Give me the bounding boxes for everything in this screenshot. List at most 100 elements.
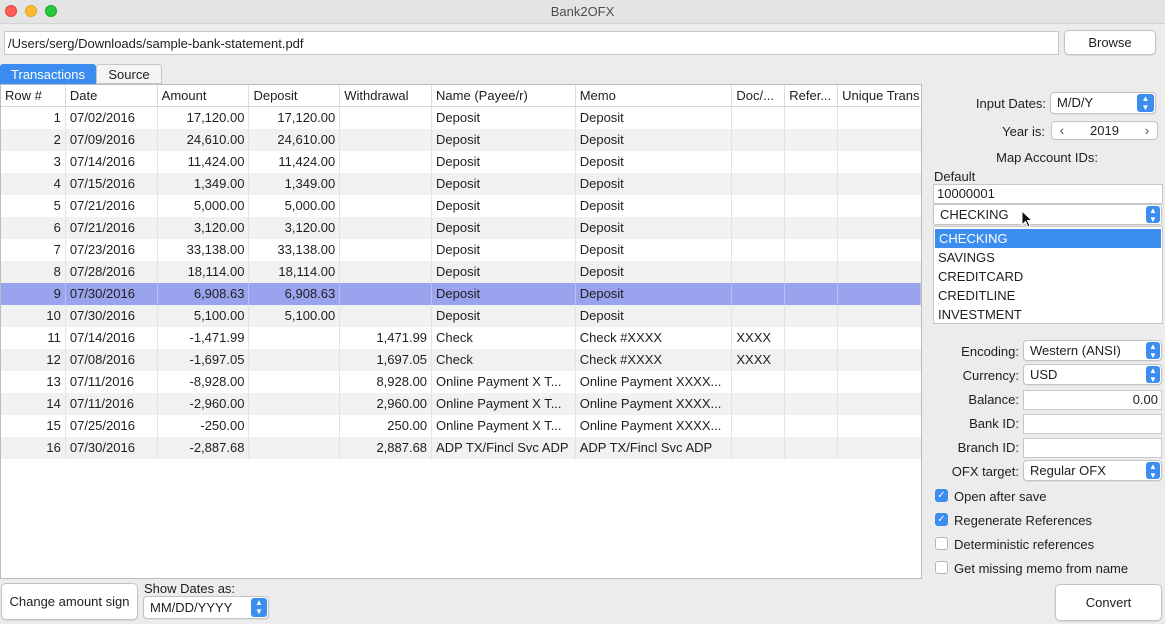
table-cell: -1,471.99 <box>158 327 250 349</box>
table-cell: 6,908.63 <box>158 283 250 305</box>
open-after-save-label: Open after save <box>954 489 1047 504</box>
table-cell: 11,424.00 <box>249 151 341 173</box>
table-row[interactable]: 2 07/09/2016 24,610.00 24,610.00 Deposit Depo… <box>1 129 921 151</box>
transactions-table[interactable]: Row # Date Amount Deposit Withdrawal Name (Pa… <box>0 84 922 579</box>
dropdown-option-checking[interactable]: CHECKING <box>935 229 1161 248</box>
table-cell <box>732 415 786 437</box>
table-cell <box>340 283 433 305</box>
file-path-field[interactable]: /Users/serg/Downloads/sample-bank-statem… <box>4 31 1059 55</box>
table-cell: 8 <box>1 261 66 283</box>
table-cell: Check <box>432 349 576 371</box>
table-cell: 07/08/2016 <box>66 349 158 371</box>
table-cell <box>785 349 839 371</box>
table-cell <box>340 261 433 283</box>
account-type-value: CHECKING <box>940 207 1009 222</box>
table-cell: 5,100.00 <box>249 305 341 327</box>
balance-field[interactable]: 0.00 <box>1023 390 1162 410</box>
column-header[interactable]: Amount <box>158 85 250 107</box>
table-row[interactable]: 13 07/11/2016 -8,928.00 8,928.00 Online Paym… <box>1 371 921 393</box>
table-cell <box>838 437 921 459</box>
branch-id-field[interactable] <box>1023 438 1162 458</box>
table-cell: XXXX <box>732 349 786 371</box>
input-dates-select[interactable]: M/D/Y ▲ ▼ <box>1050 92 1156 114</box>
table-row[interactable]: 6 07/21/2016 3,120.00 3,120.00 Deposit Deposi… <box>1 217 921 239</box>
table-row[interactable]: 16 07/30/2016 -2,887.68 2,887.68 ADP TX/Finc… <box>1 437 921 459</box>
table-cell: XXXX <box>732 327 786 349</box>
column-header[interactable]: Name (Payee/r) <box>432 85 576 107</box>
tab-source[interactable]: Source <box>96 64 162 84</box>
dropdown-option-investment[interactable]: INVESTMENT <box>934 305 1162 324</box>
updown-chevron-icon: ▲ ▼ <box>1146 342 1160 360</box>
table-cell: ADP TX/Fincl Svc ADP <box>432 437 576 459</box>
table-cell <box>340 195 433 217</box>
table-cell <box>785 239 839 261</box>
browse-button[interactable]: Browse <box>1064 30 1156 55</box>
table-cell: Deposit <box>432 107 576 129</box>
table-row[interactable]: 9 07/30/2016 6,908.63 6,908.63 Deposit Deposi… <box>1 283 921 305</box>
table-row[interactable]: 15 07/25/2016 -250.00 250.00 Online Payment … <box>1 415 921 437</box>
ofx-target-select[interactable]: Regular OFX ▲ ▼ <box>1023 460 1162 481</box>
encoding-select[interactable]: Western (ANSI) ▲ ▼ <box>1023 340 1162 361</box>
column-header[interactable]: Withdrawal <box>340 85 433 107</box>
year-stepper[interactable]: ‹ 2019 › <box>1051 121 1158 140</box>
table-cell <box>340 305 433 327</box>
account-type-dropdown[interactable]: CHECKING SAVINGS CREDITCARD CREDITLINE I… <box>933 226 1163 324</box>
missing-memo-checkbox[interactable] <box>935 561 948 574</box>
table-cell: 4 <box>1 173 66 195</box>
table-cell <box>785 327 839 349</box>
input-dates-value: M/D/Y <box>1057 95 1094 110</box>
table-cell: Deposit <box>576 173 733 195</box>
change-amount-sign-button[interactable]: Change amount sign <box>1 583 138 620</box>
table-row[interactable]: 3 07/14/2016 11,424.00 11,424.00 Deposit Depo… <box>1 151 921 173</box>
deterministic-references-checkbox[interactable] <box>935 537 948 550</box>
table-cell: 07/02/2016 <box>66 107 158 129</box>
table-body: 1 07/02/2016 17,120.00 17,120.00 Deposit Depo… <box>1 107 921 459</box>
table-cell: Online Payment XXXX... <box>576 371 733 393</box>
table-cell <box>340 151 433 173</box>
table-row[interactable]: 7 07/23/2016 33,138.00 33,138.00 Deposit Depo… <box>1 239 921 261</box>
account-id-field[interactable]: 10000001 <box>933 184 1163 204</box>
table-cell <box>838 129 921 151</box>
table-cell: Deposit <box>432 305 576 327</box>
column-header[interactable]: Memo <box>576 85 733 107</box>
chevron-left-icon[interactable]: ‹ <box>1052 122 1072 139</box>
table-row[interactable]: 12 07/08/2016 -1,697.05 1,697.05 Check Check … <box>1 349 921 371</box>
table-cell: 250.00 <box>340 415 433 437</box>
table-cell: Deposit <box>432 195 576 217</box>
regenerate-references-checkbox[interactable]: ✓ <box>935 513 948 526</box>
dropdown-option-creditline[interactable]: CREDITLINE <box>934 286 1162 305</box>
table-cell: 07/28/2016 <box>66 261 158 283</box>
table-row[interactable]: 1 07/02/2016 17,120.00 17,120.00 Deposit Depo… <box>1 107 921 129</box>
dropdown-option-savings[interactable]: SAVINGS <box>934 248 1162 267</box>
currency-select[interactable]: USD ▲ ▼ <box>1023 364 1162 385</box>
column-header[interactable]: Doc/... <box>732 85 786 107</box>
convert-button[interactable]: Convert <box>1055 584 1162 621</box>
table-row[interactable]: 5 07/21/2016 5,000.00 5,000.00 Deposit Deposi… <box>1 195 921 217</box>
show-dates-select[interactable]: MM/DD/YYYY ▲ ▼ <box>143 596 269 619</box>
bank-id-field[interactable] <box>1023 414 1162 434</box>
table-cell <box>838 107 921 129</box>
table-cell: 5,000.00 <box>158 195 250 217</box>
column-header[interactable]: Deposit <box>249 85 341 107</box>
table-row[interactable]: 11 07/14/2016 -1,471.99 1,471.99 Check Check … <box>1 327 921 349</box>
table-row[interactable]: 10 07/30/2016 5,100.00 5,100.00 Deposit Depos… <box>1 305 921 327</box>
column-header[interactable]: Unique Trans <box>838 85 921 107</box>
tab-transactions[interactable]: Transactions <box>0 64 96 84</box>
table-cell: Deposit <box>576 129 733 151</box>
table-cell: 5,000.00 <box>249 195 341 217</box>
dropdown-option-creditcard[interactable]: CREDITCARD <box>934 267 1162 286</box>
table-cell: 07/23/2016 <box>66 239 158 261</box>
table-row[interactable]: 4 07/15/2016 1,349.00 1,349.00 Deposit Deposi… <box>1 173 921 195</box>
column-header[interactable]: Date <box>66 85 158 107</box>
table-cell <box>732 437 786 459</box>
open-after-save-checkbox[interactable]: ✓ <box>935 489 948 502</box>
table-cell <box>340 217 433 239</box>
column-header[interactable]: Refer... <box>785 85 839 107</box>
show-dates-label: Show Dates as: <box>144 581 236 596</box>
column-header[interactable]: Row # <box>1 85 66 107</box>
account-type-select[interactable]: CHECKING ▲ ▼ <box>933 204 1162 225</box>
year-value: 2019 <box>1090 123 1119 138</box>
table-row[interactable]: 14 07/11/2016 -2,960.00 2,960.00 Online Paym… <box>1 393 921 415</box>
chevron-right-icon[interactable]: › <box>1137 122 1157 139</box>
table-row[interactable]: 8 07/28/2016 18,114.00 18,114.00 Deposit Depo… <box>1 261 921 283</box>
